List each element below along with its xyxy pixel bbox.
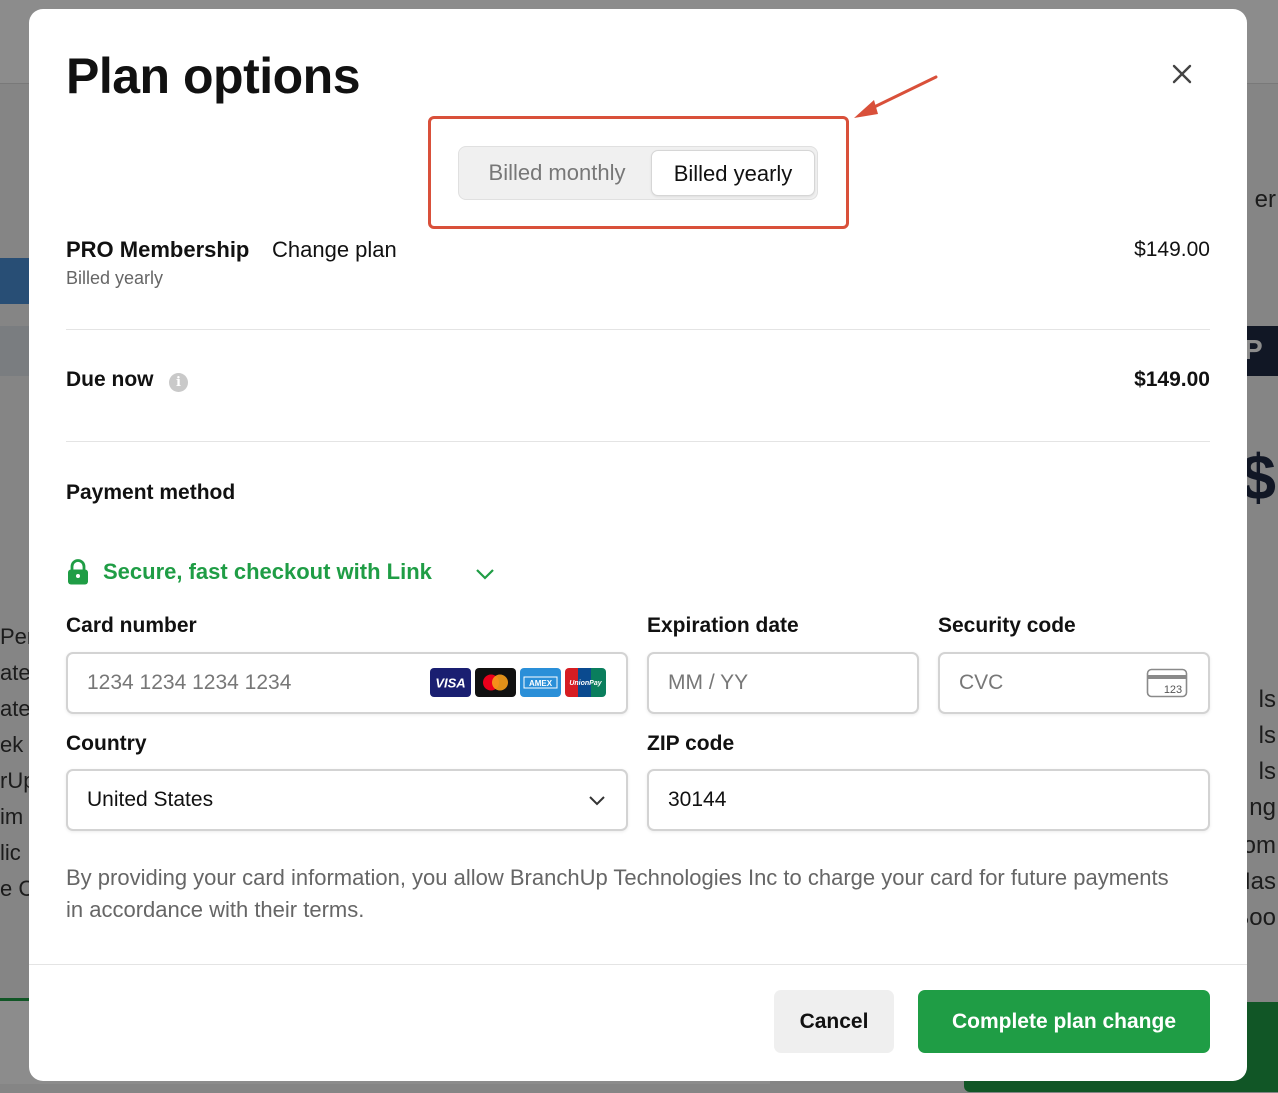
due-now-label: Due now (66, 368, 154, 391)
zip-code-field[interactable]: 30144 (647, 769, 1210, 831)
country-select[interactable]: United States (66, 769, 628, 831)
expiration-placeholder: MM / YY (668, 671, 749, 694)
cancel-button[interactable]: Cancel (774, 990, 894, 1053)
expiration-date-field[interactable]: MM / YY (647, 652, 919, 714)
security-code-label: Security code (938, 614, 1076, 637)
amex-icon: AMEX (520, 668, 561, 697)
svg-text:VISA: VISA (435, 676, 465, 691)
info-icon[interactable]: i (169, 373, 188, 392)
country-value: United States (87, 788, 214, 811)
plan-price: $149.00 (1134, 238, 1210, 261)
plan-name: PRO Membership (66, 237, 250, 262)
plan-options-modal: Plan options Billed monthly Billed yearl… (29, 9, 1247, 1081)
cvc-card-icon: 123 (1146, 668, 1188, 698)
card-number-field[interactable]: 1234 1234 1234 1234 VISA AMEX UnionPay (66, 652, 628, 714)
billed-yearly-option[interactable]: Billed yearly (651, 150, 815, 196)
visa-icon: VISA (430, 668, 471, 697)
chevron-down-icon (476, 569, 494, 580)
divider (66, 329, 1210, 330)
country-label: Country (66, 732, 147, 755)
annotation-arrow-icon (854, 75, 938, 118)
cvc-icon-digits: 123 (1164, 684, 1182, 696)
lock-icon (68, 559, 88, 585)
payment-terms-text: By providing your card information, you … (66, 865, 1169, 922)
close-icon[interactable] (1167, 59, 1197, 89)
modal-title: Plan options (66, 48, 361, 104)
card-number-placeholder: 1234 1234 1234 1234 (87, 671, 292, 694)
cvc-placeholder: CVC (959, 671, 1004, 694)
billing-period-toggle: Billed monthly Billed yearly (458, 146, 818, 200)
divider (66, 441, 1210, 442)
svg-text:AMEX: AMEX (529, 679, 553, 688)
chevron-down-icon (589, 796, 605, 806)
change-plan-link[interactable]: Change plan (272, 237, 397, 263)
zip-code-label: ZIP code (647, 732, 735, 755)
due-now-amount: $149.00 (1134, 368, 1210, 391)
complete-plan-change-button[interactable]: Complete plan change (918, 990, 1210, 1053)
zip-code-value: 30144 (668, 788, 727, 811)
unionpay-icon: UnionPay (565, 668, 606, 697)
card-number-label: Card number (66, 614, 197, 637)
security-code-field[interactable]: CVC 123 (938, 652, 1210, 714)
payment-method-title: Payment method (66, 481, 236, 504)
mastercard-icon (475, 668, 516, 697)
link-checkout-label: Secure, fast checkout with Link (103, 559, 432, 584)
footer-divider (29, 964, 1247, 965)
billed-monthly-option[interactable]: Billed monthly (465, 150, 649, 196)
expiration-date-label: Expiration date (647, 614, 799, 637)
plan-billing-period: Billed yearly (66, 268, 164, 288)
svg-text:UnionPay: UnionPay (569, 680, 602, 687)
card-brands: VISA AMEX UnionPay (430, 668, 606, 698)
